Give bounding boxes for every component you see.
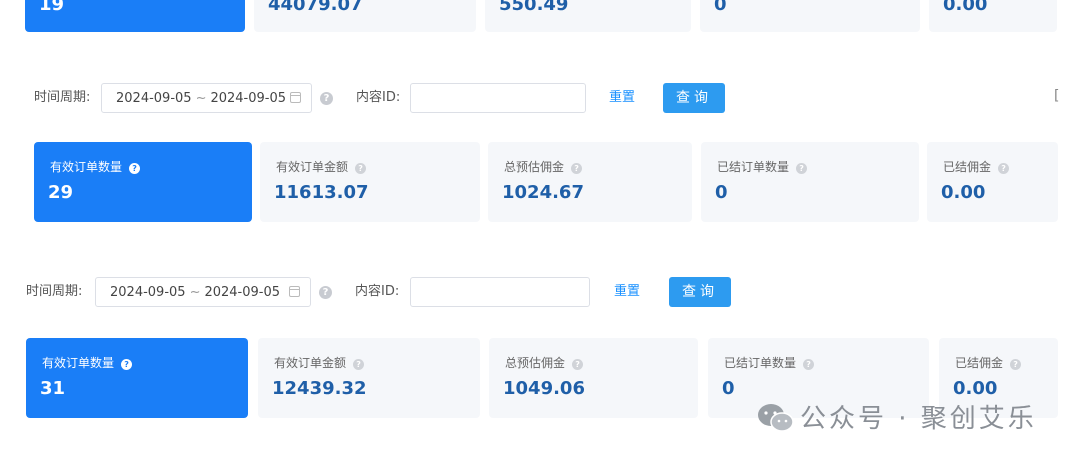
reset-button[interactable]: 重置	[614, 276, 640, 308]
stat-label: 总预估佣金?	[505, 354, 584, 371]
stat-card-settled-orders: 0	[700, 0, 920, 32]
help-icon[interactable]: ?	[121, 359, 133, 370]
stat-label-text: 有效订单金额	[274, 356, 347, 370]
stat-value: 550.49	[499, 0, 569, 15]
stat-value: 31	[40, 378, 66, 399]
stat-card-order-amount: 有效订单金额? 11613.07	[260, 142, 480, 222]
stat-label: 总预估佣金?	[504, 158, 583, 175]
stat-label-text: 有效订单金额	[276, 160, 349, 174]
stat-card-valid-orders: 有效订单数量? 29	[34, 142, 252, 222]
help-icon[interactable]: ?	[572, 359, 584, 370]
query-button[interactable]: 查询	[669, 277, 731, 307]
help-icon[interactable]: ?	[353, 359, 365, 370]
stat-label-text: 总预估佣金	[505, 356, 566, 370]
stats-row-2: 有效订单数量? 29 有效订单金额? 11613.07 总预估佣金? 1024.…	[0, 142, 1080, 224]
stat-label: 有效订单数量?	[50, 158, 141, 175]
stat-value: 0.00	[941, 182, 986, 203]
stat-value: 29	[48, 182, 74, 203]
stat-value: 1049.06	[503, 378, 585, 399]
help-icon[interactable]: ?	[320, 92, 333, 105]
stat-label: 已结订单数量?	[724, 354, 815, 371]
help-icon[interactable]: ?	[803, 359, 815, 370]
date-range-picker[interactable]: 2024-09-05 ~2024-09-05	[101, 83, 312, 113]
stat-label-text: 已结佣金	[943, 160, 992, 174]
stat-value: 1024.67	[502, 182, 584, 203]
stat-label: 已结佣金?	[955, 354, 1022, 371]
stat-label: 有效订单金额?	[274, 354, 365, 371]
date-separator: ~	[195, 91, 207, 106]
stat-value: 0.00	[943, 0, 988, 15]
stat-label: 已结佣金?	[943, 158, 1010, 175]
stat-value: 0	[715, 182, 728, 203]
stat-card-order-amount: 44079.07	[254, 0, 476, 32]
date-range-picker[interactable]: 2024-09-05 ~2024-09-05	[95, 277, 311, 307]
stat-card-valid-orders: 有效订单数量? 31	[26, 338, 248, 418]
stat-card-est-commission: 总预估佣金? 1049.06	[489, 338, 698, 418]
stat-value: 12439.32	[272, 378, 367, 399]
help-icon[interactable]: ?	[129, 163, 141, 174]
wechat-icon	[758, 404, 794, 432]
stat-card-order-amount: 有效订单金额? 12439.32	[258, 338, 480, 418]
date-end: 2024-09-05	[204, 285, 281, 300]
watermark-text: 公众号 · 聚创艾乐	[800, 404, 1037, 434]
reset-button[interactable]: 重置	[609, 82, 635, 114]
stat-value: 0	[722, 378, 735, 399]
stat-card-settled-commission: 0.00	[929, 0, 1057, 32]
calendar-icon	[290, 92, 301, 103]
calendar-icon	[289, 286, 300, 297]
date-start: 2024-09-05	[110, 285, 186, 300]
stat-label-text: 已结订单数量	[717, 160, 790, 174]
help-icon[interactable]: ?	[1010, 359, 1022, 370]
stat-card-est-commission: 550.49	[485, 0, 691, 32]
date-separator: ~	[189, 285, 201, 300]
stat-value: 0	[714, 0, 727, 15]
date-start: 2024-09-05	[116, 91, 192, 106]
stat-value: 19	[39, 0, 65, 15]
stat-label-text: 有效订单数量	[42, 356, 115, 370]
stats-row-1: 19 44079.07 550.49 0 0.00	[0, 0, 1080, 32]
stat-value: 11613.07	[274, 182, 369, 203]
stat-label: 已结订单数量?	[717, 158, 808, 175]
period-label: 时间周期:	[34, 90, 91, 105]
content-id-label: 内容ID:	[355, 284, 400, 299]
content-id-input[interactable]	[410, 277, 590, 307]
stat-label-text: 已结佣金	[955, 356, 1004, 370]
content-id-label: 内容ID:	[356, 90, 401, 105]
content-id-input[interactable]	[410, 83, 586, 113]
stat-card-valid-orders: 19	[25, 0, 245, 32]
stat-label-text: 总预估佣金	[504, 160, 565, 174]
stat-card-est-commission: 总预估佣金? 1024.67	[488, 142, 692, 222]
stat-card-settled-orders: 已结订单数量? 0	[701, 142, 919, 222]
stat-label: 有效订单金额?	[276, 158, 367, 175]
help-icon[interactable]: ?	[571, 163, 583, 174]
help-icon[interactable]: ?	[998, 163, 1010, 174]
help-icon[interactable]: ?	[796, 163, 808, 174]
help-icon[interactable]: ?	[319, 286, 332, 299]
stat-card-settled-commission: 已结佣金? 0.00	[927, 142, 1058, 222]
stat-label-text: 有效订单数量	[50, 160, 123, 174]
filter-bar-1: 时间周期: 2024-09-05 ~2024-09-05 ? 内容ID: 重置 查…	[0, 82, 1080, 122]
date-end: 2024-09-05	[210, 91, 287, 106]
stat-label-text: 已结订单数量	[724, 356, 797, 370]
stat-value: 44079.07	[268, 0, 363, 15]
help-icon[interactable]: ?	[355, 163, 367, 174]
filter-bar-2: 时间周期: 2024-09-05 ~2024-09-05 ? 内容ID: 重置 查…	[0, 276, 1080, 316]
query-button[interactable]: 查询	[663, 83, 725, 113]
stat-label: 有效订单数量?	[42, 354, 133, 371]
edge-bracket: [	[1054, 88, 1060, 104]
stat-value: 0.00	[953, 378, 998, 399]
period-label: 时间周期:	[26, 284, 83, 299]
